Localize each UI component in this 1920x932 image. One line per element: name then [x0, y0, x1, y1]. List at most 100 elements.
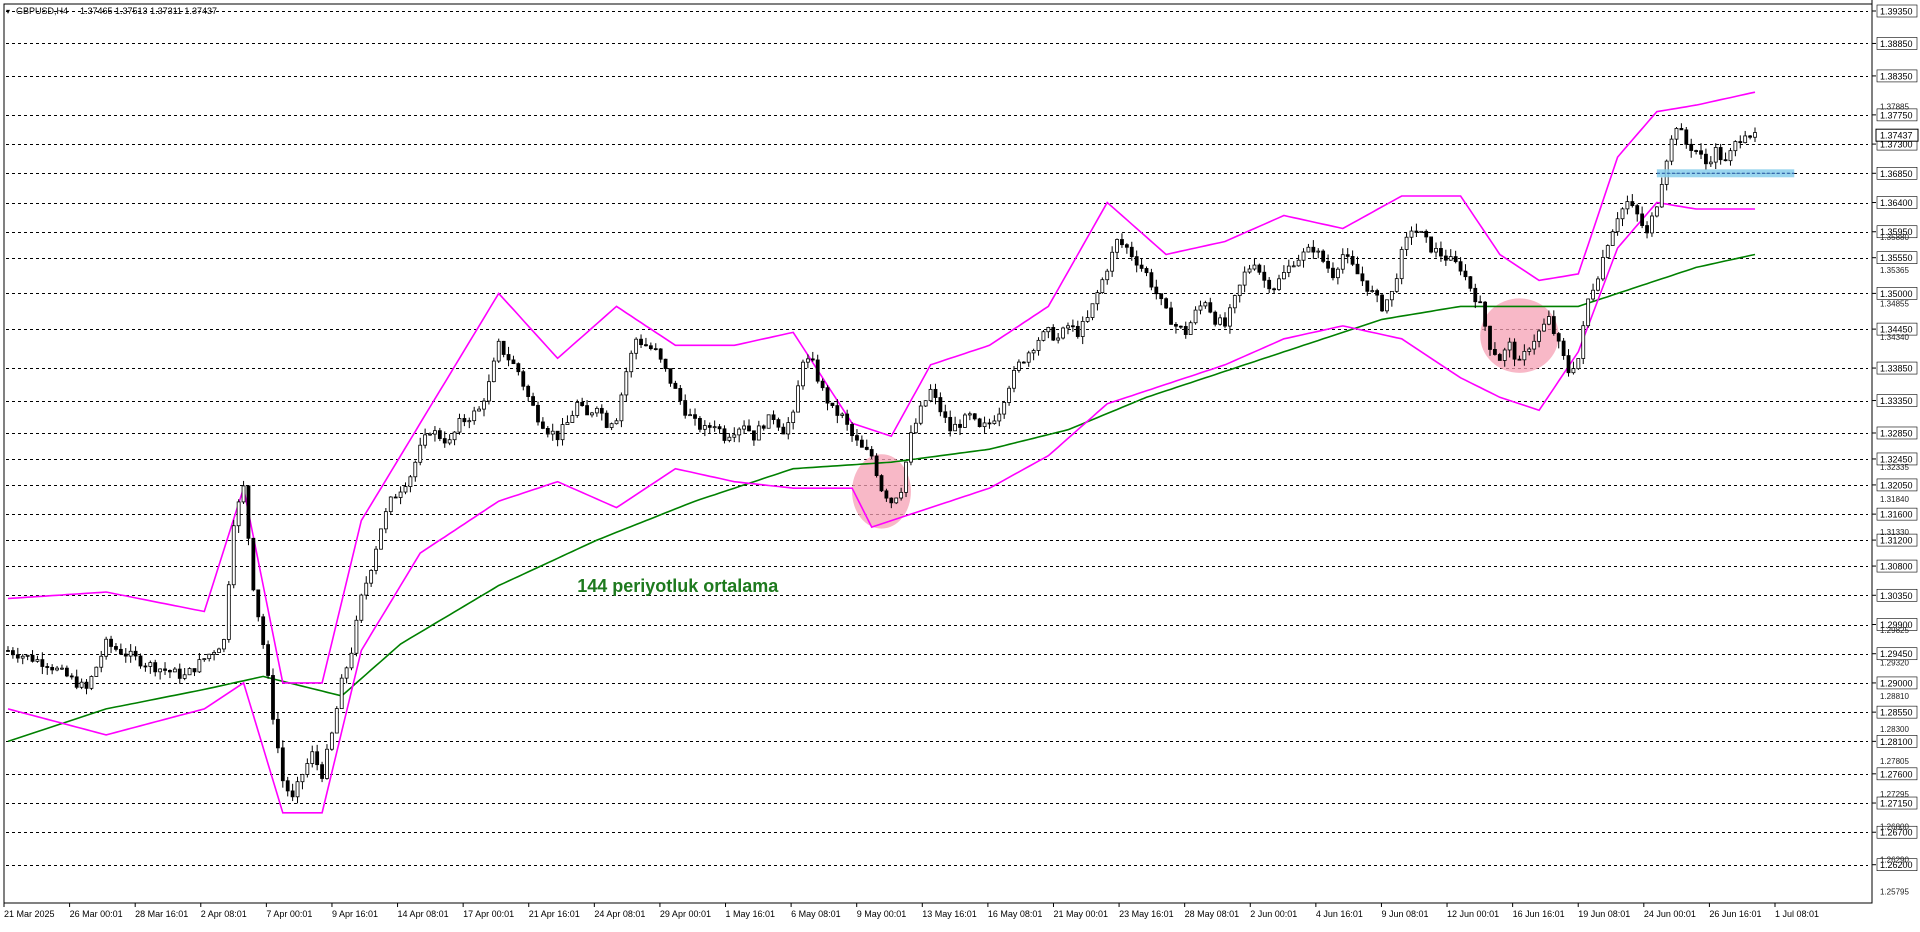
candle-body	[884, 490, 889, 499]
price-tick-label: 1.37885	[1880, 103, 1909, 112]
candle-body	[1385, 299, 1389, 312]
candle-body	[747, 425, 751, 432]
candle-body	[231, 525, 236, 586]
candle-body	[1419, 230, 1424, 233]
candle-body	[1080, 320, 1085, 337]
price-tick-label: 1.31840	[1880, 495, 1909, 504]
candle-body	[280, 747, 285, 782]
candle-body	[722, 428, 727, 441]
price-chart[interactable]: ▾ GBPUSD,H4 1.37465 1.37513 1.37311 1.37…	[0, 0, 1920, 927]
candle-body	[1144, 268, 1149, 274]
candle-body	[958, 423, 962, 428]
candle-body	[148, 662, 153, 667]
candle-body	[1267, 279, 1272, 290]
candle-body	[1350, 256, 1355, 265]
candle-body	[79, 681, 84, 688]
candle-body	[30, 654, 35, 662]
candle-body	[1576, 358, 1581, 370]
candle-body	[815, 359, 820, 382]
time-label: 21 May 00:01	[1053, 909, 1108, 919]
price-tick-label: 1.26290	[1880, 855, 1909, 864]
price-level-label: 1.39350	[1880, 7, 1913, 17]
candle-body	[1581, 325, 1586, 359]
candle-body	[688, 414, 693, 417]
candle-body	[1021, 361, 1026, 364]
candle-body	[850, 423, 854, 436]
candle-body	[496, 340, 501, 362]
time-label: 23 May 16:01	[1119, 909, 1174, 919]
candle-body	[207, 653, 212, 660]
time-label: 21 Mar 2025	[4, 909, 55, 919]
candle-body	[1311, 246, 1316, 253]
candle-body	[246, 485, 251, 539]
candle-body	[639, 338, 643, 346]
price-level-label: 1.27150	[1880, 799, 1913, 809]
candle-body	[339, 677, 344, 710]
time-label: 21 Apr 16:01	[529, 909, 580, 919]
candle-body	[344, 667, 349, 679]
candle-body	[1718, 147, 1723, 161]
candle-body	[1272, 288, 1276, 291]
candle-body	[482, 400, 486, 410]
time-label: 14 Apr 08:01	[398, 909, 449, 919]
candle-body	[501, 340, 506, 355]
candle-body	[192, 668, 197, 673]
candle-body	[1546, 316, 1551, 325]
candle-body	[133, 650, 138, 657]
candle-body	[1223, 317, 1227, 327]
candle-body	[1542, 323, 1546, 332]
candle-body	[928, 388, 933, 402]
candle-body	[536, 404, 540, 423]
candle-body	[580, 402, 585, 406]
candle-body	[329, 732, 334, 750]
candle-body	[1232, 295, 1237, 309]
price-tick-label: 1.29825	[1880, 626, 1909, 635]
candle-body	[408, 476, 413, 487]
candle-body	[1699, 150, 1703, 155]
candle-body	[855, 435, 859, 441]
candle-body	[1414, 230, 1419, 233]
candle-body	[60, 667, 64, 670]
candle-body	[418, 444, 423, 463]
candle-body	[653, 348, 658, 351]
price-tick-label: 1.26800	[1880, 822, 1909, 831]
time-label: 2 Jun 00:01	[1250, 909, 1297, 919]
candle-body	[1360, 273, 1365, 282]
candle-body	[648, 345, 653, 350]
candle-body	[94, 666, 99, 677]
price-level-label: 1.38850	[1880, 39, 1913, 49]
bands-layer	[7, 91, 1756, 814]
candle-body	[1335, 268, 1340, 279]
candle-body	[256, 589, 261, 618]
candle-body	[801, 361, 805, 387]
candle-body	[359, 594, 364, 621]
candle-body	[781, 426, 786, 435]
candle-body	[55, 667, 59, 671]
candle-body	[1012, 369, 1016, 389]
candle-body	[1252, 264, 1257, 270]
candle-body	[177, 668, 182, 679]
candle-body	[1620, 208, 1625, 220]
candle-body	[158, 668, 163, 673]
candle-body	[1566, 355, 1571, 374]
candle-body	[889, 497, 894, 504]
candle-body	[369, 569, 374, 584]
candle-body	[1483, 301, 1487, 327]
candle-body	[830, 402, 835, 406]
grid-layer	[6, 11, 1868, 866]
time-label: 9 Jun 08:01	[1381, 909, 1428, 919]
candle-body	[712, 426, 717, 429]
candle-body	[433, 430, 437, 435]
candle-body	[511, 359, 516, 365]
candle-body	[1007, 387, 1011, 403]
candle-body	[305, 763, 310, 775]
price-level-label: 1.30800	[1880, 562, 1913, 572]
time-label: 9 Apr 16:01	[332, 909, 378, 919]
candle-body	[1674, 128, 1679, 140]
candle-body	[15, 654, 20, 659]
candle-body	[334, 708, 339, 734]
candle-body	[285, 780, 290, 792]
candle-body	[1286, 265, 1291, 273]
candle-body	[516, 363, 521, 373]
candle-body	[403, 486, 408, 493]
